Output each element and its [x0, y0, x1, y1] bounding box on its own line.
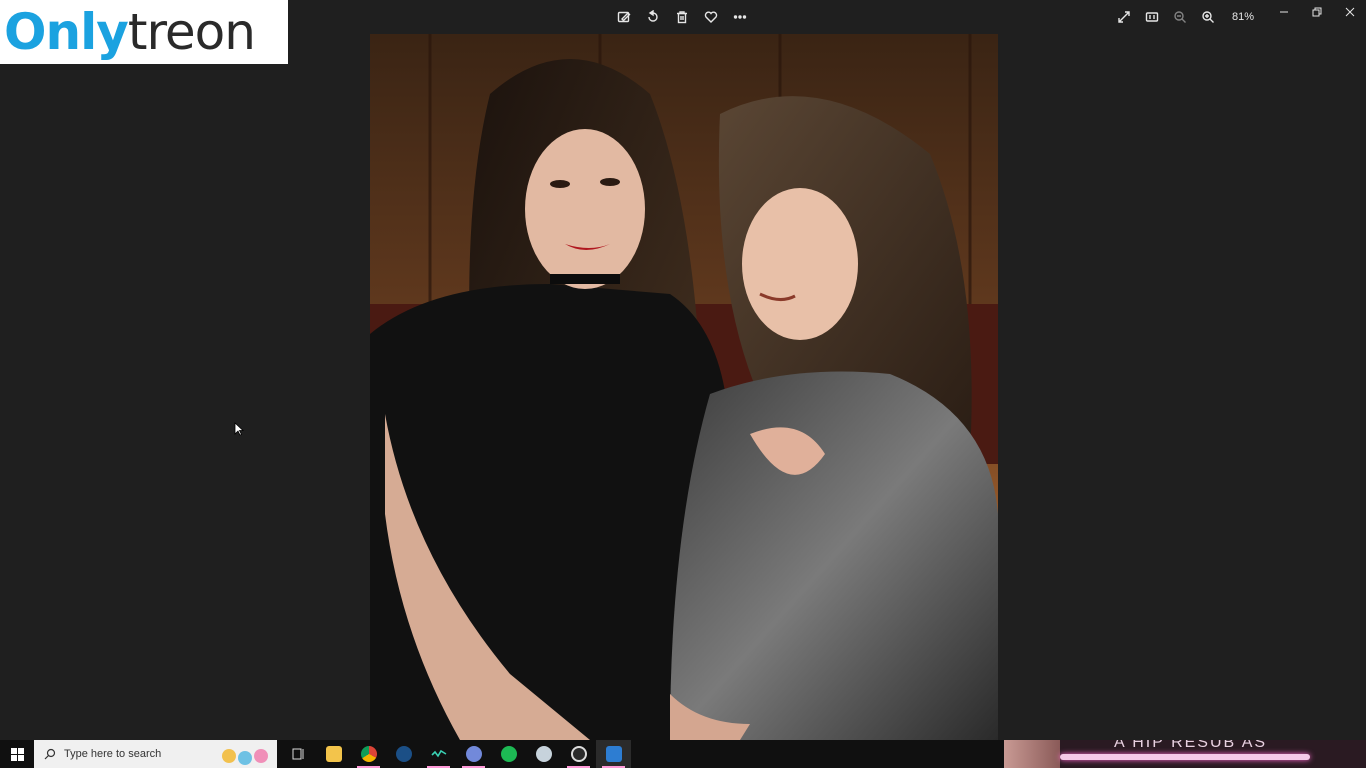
start-button[interactable] — [0, 740, 34, 768]
taskbar-apps — [281, 740, 631, 768]
fullscreen-icon[interactable] — [1114, 7, 1134, 27]
stream-overlay-text: A HIP RESUB AS — [1114, 740, 1268, 751]
taskbar-app-wave[interactable] — [421, 740, 456, 768]
taskbar-steam[interactable] — [386, 740, 421, 768]
search-icon — [44, 748, 56, 760]
displayed-photo — [370, 34, 998, 740]
zoom-out-icon[interactable] — [1170, 7, 1190, 27]
wave-app-icon — [430, 749, 446, 758]
actual-size-icon[interactable] — [1142, 7, 1162, 27]
windows-icon — [10, 747, 24, 761]
restore-icon[interactable] — [1300, 0, 1333, 24]
photo-action-toolbar — [614, 7, 750, 27]
photos-app-window: Only treon 81% — [0, 0, 1366, 740]
delete-icon[interactable] — [672, 7, 692, 27]
steam-icon — [395, 746, 412, 762]
ccleaner-icon — [535, 746, 552, 762]
close-icon[interactable] — [1333, 0, 1366, 24]
photos-icon — [605, 746, 622, 762]
taskbar-file-explorer[interactable] — [316, 740, 351, 768]
taskbar-chrome[interactable] — [351, 740, 386, 768]
watermark-part-2: treon — [127, 3, 256, 61]
task-view-button[interactable] — [281, 740, 316, 768]
stream-overlay: A HIP RESUB AS — [1004, 740, 1366, 768]
favorite-icon[interactable] — [701, 7, 721, 27]
chrome-icon — [360, 746, 377, 762]
taskbar-ccleaner[interactable] — [526, 740, 561, 768]
mouse-cursor-icon — [234, 422, 244, 436]
zoom-in-icon[interactable] — [1198, 7, 1218, 27]
watermark-logo: Only treon — [0, 0, 288, 64]
search-placeholder: Type here to search — [64, 748, 162, 760]
task-view-icon — [292, 748, 303, 760]
watermark-part-1: Only — [4, 3, 129, 61]
edit-icon[interactable] — [614, 7, 634, 27]
view-toolbar: 81% — [1114, 7, 1254, 27]
obs-icon — [570, 746, 587, 762]
zoom-level: 81% — [1232, 11, 1255, 23]
stream-progress-bar — [1060, 754, 1310, 760]
window-controls — [1267, 0, 1366, 24]
taskbar-spotify[interactable] — [491, 740, 526, 768]
search-highlight-icon — [222, 749, 268, 765]
taskbar-photos[interactable] — [596, 740, 631, 768]
file-explorer-icon — [325, 746, 342, 762]
minimize-icon[interactable] — [1267, 0, 1300, 24]
stream-webcam-thumbnail — [1004, 740, 1060, 768]
taskbar-discord[interactable] — [456, 740, 491, 768]
spotify-icon — [500, 746, 517, 762]
taskbar-search-box[interactable]: Type here to search — [34, 740, 277, 768]
discord-icon — [465, 746, 482, 762]
rotate-icon[interactable] — [643, 7, 663, 27]
more-icon[interactable] — [730, 7, 750, 27]
taskbar-obs[interactable] — [561, 740, 596, 768]
